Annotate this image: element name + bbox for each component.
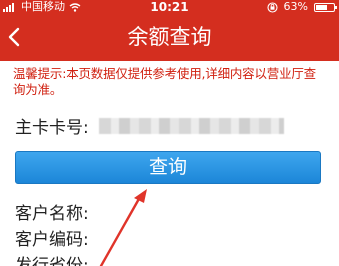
- query-button[interactable]: 查询: [15, 151, 321, 184]
- carrier-group: 中国移动: [3, 0, 81, 14]
- battery-icon: [314, 2, 337, 12]
- info-customer-code: 客户编码:: [15, 230, 89, 250]
- info-customer-name: 客户名称:: [15, 204, 89, 224]
- card-number-row: 主卡卡号:: [15, 113, 284, 138]
- page-title: 余额查询: [127, 25, 212, 49]
- status-right: 63%: [266, 0, 337, 14]
- battery-percent: 63%: [283, 0, 308, 13]
- wifi-icon: [69, 2, 81, 12]
- status-bar: 中国移动 10:21 63%: [0, 0, 339, 14]
- screen: 中国移动 10:21 63% 余额查询 温馨提示:本页数据仅提供参考使用,详细内…: [0, 0, 339, 266]
- carrier-name: 中国移动: [21, 0, 65, 13]
- card-number-label: 主卡卡号:: [15, 118, 89, 138]
- card-number-value-masked: [98, 117, 284, 134]
- signal-icon: [3, 2, 14, 12]
- status-time: 10:21: [150, 0, 189, 14]
- info-issuing-province: 发行省份:: [15, 256, 89, 266]
- notice-text: 温馨提示:本页数据仅提供参考使用,详细内容以营业厅查询为准。: [13, 66, 316, 97]
- orientation-lock-icon: [266, 1, 278, 13]
- nav-bar: 余额查询: [0, 14, 339, 61]
